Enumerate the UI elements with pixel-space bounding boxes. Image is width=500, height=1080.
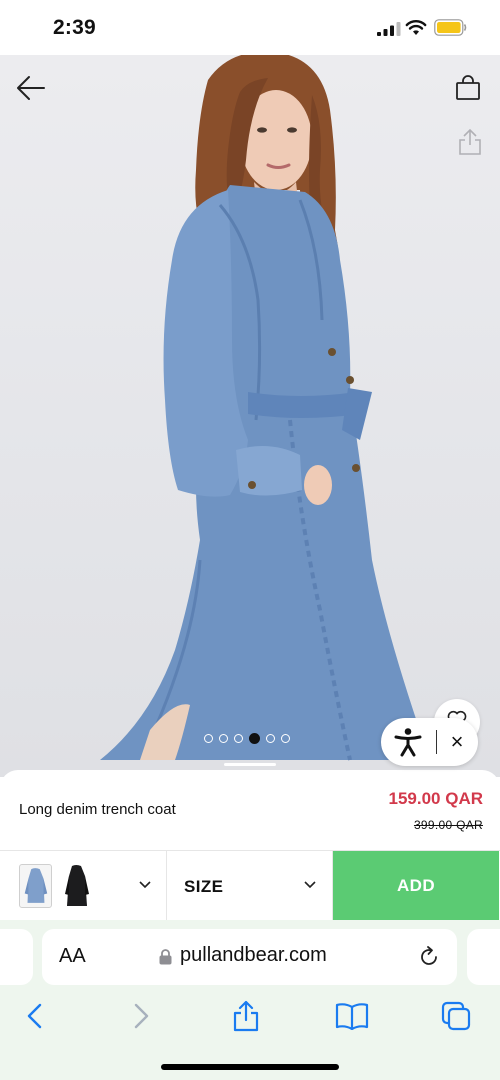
- share-icon: [233, 1000, 259, 1032]
- sale-price: 159.00 QAR: [388, 789, 484, 808]
- close-icon[interactable]: ×: [445, 730, 469, 754]
- shopping-bag-icon[interactable]: [455, 75, 481, 101]
- accessibility-person-icon[interactable]: [393, 727, 423, 757]
- chevron-down-icon[interactable]: [139, 881, 151, 889]
- add-to-cart-button[interactable]: ADD: [333, 851, 499, 921]
- carousel-dot[interactable]: [281, 734, 290, 743]
- address-bar[interactable]: AA pullandbear.com: [42, 929, 457, 985]
- image-carousel-indicator[interactable]: [204, 733, 290, 744]
- arrow-left-icon[interactable]: [16, 75, 46, 101]
- browser-tabs-button[interactable]: [438, 999, 474, 1033]
- screen: 2:39 × Long denim trench coat 159.00 QAR…: [0, 0, 500, 1080]
- color-swatch-denim[interactable]: [19, 864, 52, 908]
- browser-share-button[interactable]: [228, 999, 264, 1033]
- bookmarks-icon: [335, 1003, 369, 1030]
- next-tab-preview[interactable]: [467, 929, 500, 985]
- carousel-dot-active[interactable]: [249, 733, 260, 744]
- browser-back-button[interactable]: [16, 999, 52, 1033]
- sheet-handle[interactable]: [224, 763, 276, 766]
- forward-icon: [134, 1003, 149, 1029]
- carousel-dot[interactable]: [204, 734, 213, 743]
- status-time: 2:39: [53, 16, 96, 39]
- color-selector[interactable]: [0, 851, 167, 921]
- product-name: Long denim trench coat: [19, 801, 176, 818]
- chevron-down-icon: [304, 881, 316, 889]
- share-icon[interactable]: [458, 128, 482, 156]
- purchase-actions: SIZE ADD: [0, 850, 500, 921]
- reload-icon[interactable]: [417, 945, 441, 969]
- divider: [436, 730, 437, 754]
- browser-bookmarks-button[interactable]: [334, 999, 370, 1033]
- previous-tab-preview[interactable]: [0, 929, 33, 985]
- home-indicator: [161, 1064, 339, 1070]
- size-label: SIZE: [184, 877, 224, 896]
- original-price: 399.00 QAR: [413, 818, 483, 832]
- browser-toolbar: AA pullandbear.com: [0, 920, 500, 1080]
- carousel-dot[interactable]: [266, 734, 275, 743]
- battery-icon: [434, 19, 467, 36]
- back-icon: [27, 1003, 42, 1029]
- product-image[interactable]: [0, 55, 500, 777]
- text-size-button[interactable]: AA: [59, 945, 86, 968]
- lock-icon: [159, 949, 172, 965]
- tabs-icon: [441, 1001, 471, 1031]
- status-bar: 2:39: [0, 0, 500, 55]
- size-selector[interactable]: SIZE: [167, 851, 333, 921]
- carousel-dot[interactable]: [234, 734, 243, 743]
- carousel-dot[interactable]: [219, 734, 228, 743]
- accessibility-widget[interactable]: ×: [381, 718, 478, 766]
- model-photo: [100, 55, 430, 761]
- wifi-icon: [405, 20, 427, 35]
- cellular-signal-icon: [377, 22, 401, 36]
- url-text: pullandbear.com: [180, 944, 327, 966]
- browser-forward-button[interactable]: [124, 999, 160, 1033]
- color-swatch-black[interactable]: [60, 864, 93, 908]
